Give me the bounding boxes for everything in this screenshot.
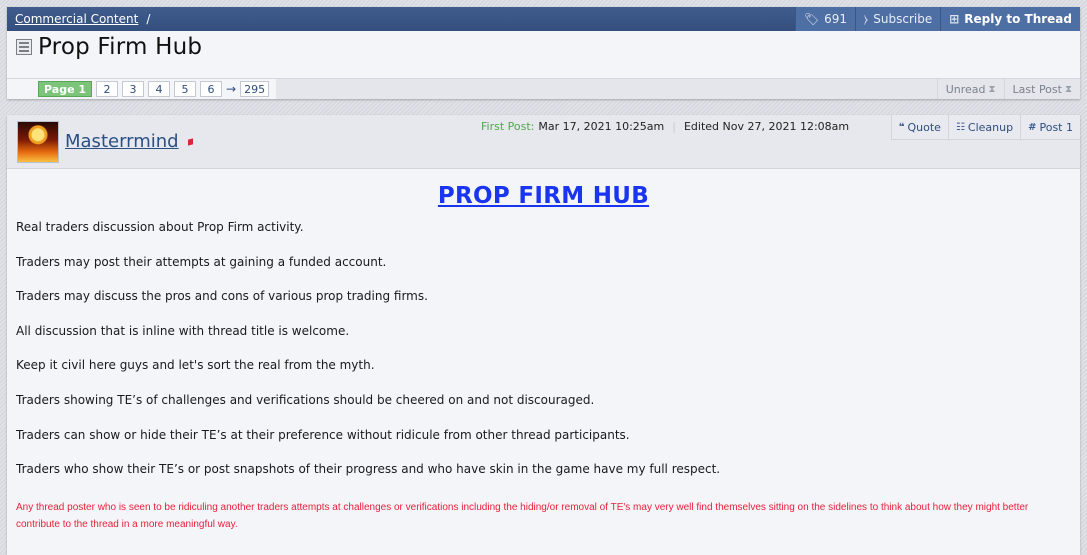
- post-heading-link[interactable]: PROP FIRM HUB: [438, 183, 649, 209]
- warning-text: Any thread poster who is seen to be ridi…: [16, 501, 1029, 530]
- post-number-label: Post 1: [1039, 120, 1073, 134]
- page-link[interactable]: 6: [200, 81, 223, 97]
- page-link[interactable]: 5: [174, 81, 197, 97]
- cleanup-icon: ☷: [955, 121, 965, 133]
- sort-last-post[interactable]: Last Post ⧗: [1003, 79, 1080, 99]
- breadcrumb-commercial-content[interactable]: Commercial Content: [15, 12, 138, 26]
- page-link[interactable]: 2: [96, 81, 119, 97]
- reply-icon: ⊞: [949, 12, 960, 26]
- quote-label: Quote: [907, 120, 941, 134]
- post-paragraph: Traders showing TE’s of challenges and v…: [16, 392, 595, 407]
- breadcrumb: Commercial Content /: [7, 12, 150, 26]
- post-meta: First Post: Mar 17, 2021 10:25am | Edite…: [481, 120, 849, 133]
- subscribe-button[interactable]: ⧽ Subscribe: [855, 7, 941, 31]
- pager-row: Page 1 2 3 4 5 6 → 295 Unread ⧗ Last Pos…: [7, 78, 1080, 99]
- quote-icon: ❝: [898, 121, 905, 133]
- thread-list-icon: [16, 39, 32, 55]
- post-paragraph: Traders can show or hide their TE’s at t…: [16, 427, 630, 442]
- edited-date: Edited Nov 27, 2021 12:08am: [683, 120, 850, 133]
- thread-title: Prop Firm Hub: [38, 34, 203, 60]
- page-last[interactable]: 295: [240, 81, 270, 97]
- breadcrumb-separator: /: [146, 12, 151, 26]
- reply-to-thread-button[interactable]: ⊞ Reply to Thread: [940, 7, 1080, 31]
- sort-unread-label: Unread: [945, 82, 986, 96]
- thread-header: Commercial Content / 🏷︎ 691 ⧽ Subscribe …: [7, 7, 1080, 99]
- post-body: PROP FIRM HUB Real traders discussion ab…: [7, 183, 1080, 533]
- username-link[interactable]: Masterrmind: [65, 131, 179, 152]
- right-arrow-icon: →: [226, 82, 237, 96]
- avatar[interactable]: [17, 121, 59, 163]
- cleanup-label: Cleanup: [967, 120, 1014, 134]
- sort-icon: ⧗: [1064, 83, 1072, 95]
- page-link[interactable]: 3: [122, 81, 145, 97]
- post-number-link[interactable]: # Post 1: [1020, 115, 1080, 139]
- cleanup-button[interactable]: ☷ Cleanup: [947, 115, 1021, 139]
- tags-button[interactable]: 🏷︎ 691: [794, 7, 856, 31]
- first-post-label: First Post:: [481, 120, 535, 133]
- tags-count: 691: [824, 12, 848, 26]
- quote-button[interactable]: ❝ Quote: [890, 115, 948, 139]
- post: Masterrmind First Post: Mar 17, 2021 10:…: [7, 115, 1080, 555]
- reply-label: Reply to Thread: [964, 12, 1072, 26]
- online-status-icon: [188, 138, 193, 146]
- sort-options: Unread ⧗ Last Post ⧗: [936, 79, 1080, 99]
- top-bar: Commercial Content / 🏷︎ 691 ⧽ Subscribe …: [7, 7, 1080, 31]
- title-row: Prop Firm Hub: [7, 31, 1080, 63]
- post-paragraph: Traders may post their attempts at gaini…: [16, 254, 387, 269]
- sort-unread[interactable]: Unread ⧗: [936, 79, 1004, 99]
- post-paragraph: Traders may discuss the pros and cons of…: [16, 289, 428, 304]
- hash-icon: #: [1028, 121, 1037, 133]
- post-paragraph: Real traders discussion about Prop Firm …: [16, 220, 304, 234]
- post-paragraph: Traders who show their TE’s or post snap…: [16, 462, 721, 477]
- subscribe-icon: ⧽: [864, 11, 869, 26]
- page-current[interactable]: Page 1: [38, 81, 93, 97]
- meta-separator: |: [672, 120, 676, 133]
- post-header: Masterrmind First Post: Mar 17, 2021 10:…: [7, 115, 1080, 169]
- post-paragraph: Keep it civil here guys and let's sort t…: [16, 358, 375, 373]
- first-post-date: Mar 17, 2021 10:25am: [538, 120, 665, 133]
- sort-last-post-label: Last Post: [1012, 82, 1062, 96]
- subscribe-label: Subscribe: [873, 12, 933, 26]
- post-paragraph: All discussion that is inline with threa…: [16, 323, 350, 338]
- sort-icon: ⧗: [988, 83, 996, 95]
- post-actions: ❝ Quote ☷ Cleanup # Post 1: [890, 115, 1080, 140]
- post-heading: PROP FIRM HUB: [16, 183, 1071, 209]
- tag-icon: 🏷︎: [803, 12, 820, 26]
- thread-actions: 🏷︎ 691 ⧽ Subscribe ⊞ Reply to Thread: [794, 7, 1080, 31]
- page-link[interactable]: 4: [148, 81, 171, 97]
- pagination: Page 1 2 3 4 5 6 → 295: [7, 79, 277, 99]
